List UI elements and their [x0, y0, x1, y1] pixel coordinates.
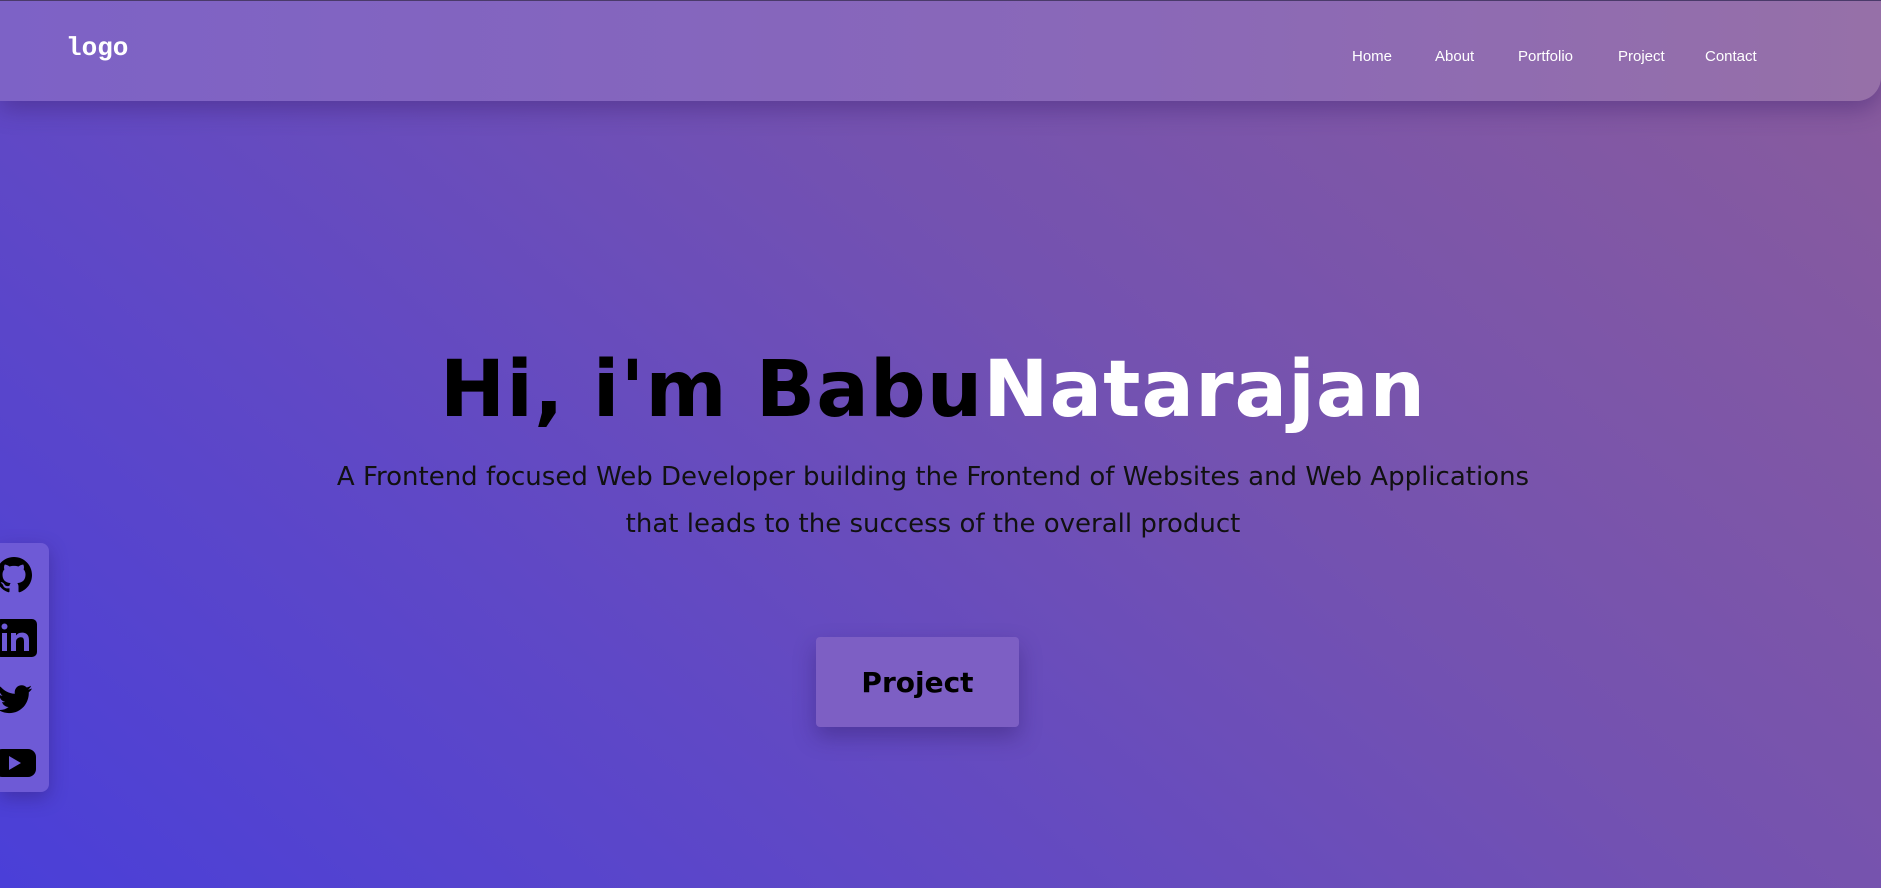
- project-button-label: Project: [861, 665, 974, 699]
- project-button[interactable]: Project: [816, 637, 1019, 727]
- hero-title: Hi, i'm BabuNatarajan: [0, 340, 1866, 440]
- hero-subtitle: A Frontend focused Web Developer buildin…: [336, 462, 1530, 539]
- youtube-icon[interactable]: [0, 741, 40, 781]
- nav-project-link[interactable]: Project: [1618, 48, 1665, 65]
- nav-home-link[interactable]: Home: [1352, 48, 1392, 65]
- hero-section: Hi, i'm BabuNatarajan A Frontend focused…: [0, 340, 1866, 548]
- social-sidebar: [0, 543, 49, 792]
- hero-title-greeting: Hi, i'm Babu: [439, 345, 984, 435]
- github-icon[interactable]: [0, 555, 40, 595]
- hero-title-name: Natarajan: [983, 345, 1427, 435]
- linkedin-icon[interactable]: [0, 617, 40, 657]
- nav-portfolio-link[interactable]: Portfolio: [1518, 48, 1573, 65]
- nav-contact-link[interactable]: Contact: [1705, 48, 1757, 65]
- navbar: logo Home About Portfolio Project Contac…: [0, 0, 1881, 101]
- logo[interactable]: logo: [66, 33, 128, 63]
- twitter-icon[interactable]: [0, 679, 40, 719]
- nav-about-link[interactable]: About: [1435, 48, 1474, 65]
